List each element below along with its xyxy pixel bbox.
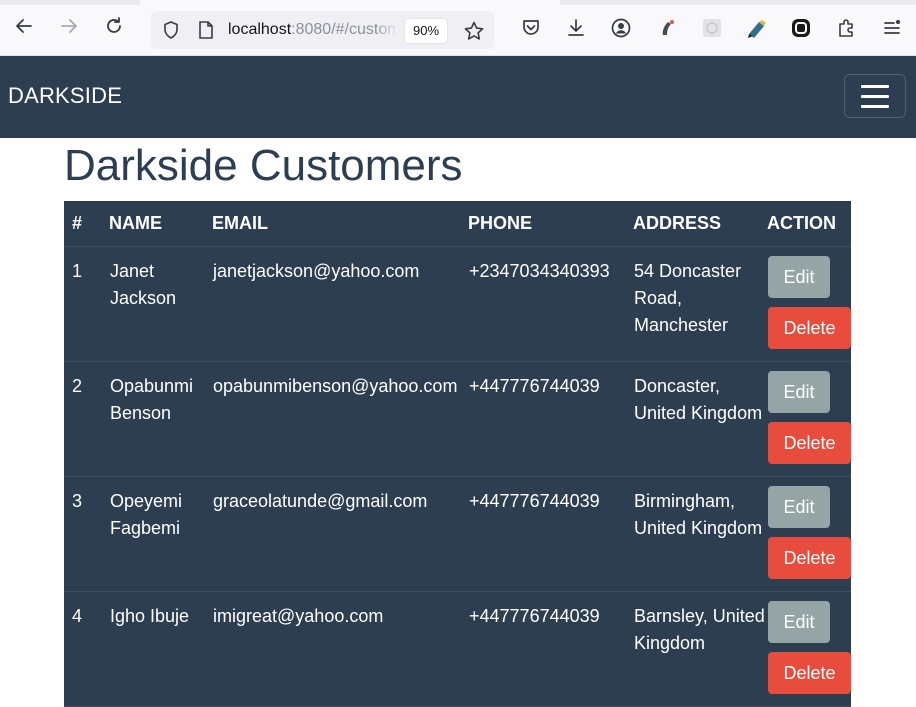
- zoom-badge[interactable]: 90%: [405, 19, 447, 43]
- page-title: Darkside Customers: [64, 141, 463, 190]
- extension-icon[interactable]: [745, 16, 769, 40]
- account-icon[interactable]: [609, 16, 633, 40]
- customers-table-container: # NAME EMAIL PHONE ADDRESS ACTION 1 Jane…: [64, 201, 851, 707]
- cell-address: Birmingham, United Kingdom: [633, 476, 767, 592]
- cell-phone: +447776744039: [468, 361, 633, 477]
- table-header-row: # NAME EMAIL PHONE ADDRESS ACTION: [64, 201, 851, 247]
- url-text[interactable]: localhost:8080/#/customers: [228, 21, 396, 39]
- edit-button[interactable]: Edit: [768, 256, 830, 298]
- back-arrow-icon[interactable]: [10, 12, 38, 40]
- cell-address: Barnsley, United Kingdom: [633, 591, 767, 707]
- cell-name: Opabunmi Benson: [109, 361, 212, 477]
- cell-email: graceolatunde@gmail.com: [212, 476, 468, 592]
- browser-toolbar: localhost:8080/#/customers 90%: [0, 0, 916, 56]
- navbar-toggler-button[interactable]: [844, 74, 906, 118]
- url-host: localhost: [228, 21, 292, 38]
- tab-strip: [0, 0, 916, 5]
- header-address: ADDRESS: [633, 201, 767, 247]
- header-action: ACTION: [767, 201, 851, 247]
- edit-button[interactable]: Edit: [768, 601, 830, 643]
- edit-button[interactable]: Edit: [768, 486, 830, 528]
- table-row: 2 Opabunmi Benson opabunmibenson@yahoo.c…: [64, 361, 851, 477]
- download-icon[interactable]: [564, 16, 588, 40]
- cell-actions: Edit Delete: [767, 476, 851, 592]
- cell-address: 54 Doncaster Road, Manchester: [633, 246, 767, 362]
- cell-phone: +447776744039: [468, 591, 633, 707]
- cell-actions: Edit Delete: [767, 361, 851, 477]
- cell-number: 1: [64, 246, 109, 362]
- customers-table: # NAME EMAIL PHONE ADDRESS ACTION 1 Jane…: [64, 201, 851, 707]
- brand-link[interactable]: DARKSIDE: [8, 83, 122, 109]
- app-navbar: DARKSIDE: [0, 56, 916, 138]
- hamburger-line: [861, 104, 889, 108]
- forward-arrow-icon[interactable]: [55, 12, 83, 40]
- url-fade: [376, 15, 398, 45]
- cell-actions: Edit Delete: [767, 591, 851, 707]
- url-bar[interactable]: localhost:8080/#/customers 90%: [151, 11, 494, 49]
- cell-email: opabunmibenson@yahoo.com: [212, 361, 468, 477]
- delete-button[interactable]: Delete: [768, 537, 851, 579]
- cell-name: Igho Ibuje: [109, 591, 212, 707]
- delete-button[interactable]: Delete: [768, 422, 851, 464]
- edit-button[interactable]: Edit: [768, 371, 830, 413]
- hamburger-line: [861, 94, 889, 98]
- table-row: 3 Opeyemi Fagbemi graceolatunde@gmail.co…: [64, 476, 851, 592]
- shield-icon[interactable]: [161, 20, 181, 45]
- header-number: #: [64, 201, 109, 247]
- cell-number: 3: [64, 476, 109, 592]
- cell-email: imigreat@yahoo.com: [212, 591, 468, 707]
- cell-number: 4: [64, 591, 109, 707]
- puzzle-icon[interactable]: [835, 16, 859, 40]
- table-row: 4 Igho Ibuje imigreat@yahoo.com +4477767…: [64, 591, 851, 707]
- cell-email: janetjackson@yahoo.com: [212, 246, 468, 362]
- delete-button[interactable]: Delete: [768, 307, 851, 349]
- extension-icon[interactable]: [655, 16, 679, 40]
- active-tab[interactable]: [140, 0, 560, 5]
- header-phone: PHONE: [468, 201, 633, 247]
- cell-address: Doncaster, United Kingdom: [633, 361, 767, 477]
- cell-phone: +2347034340393: [468, 246, 633, 362]
- extension-icon[interactable]: [789, 16, 813, 40]
- cell-number: 2: [64, 361, 109, 477]
- cell-name: Janet Jackson: [109, 246, 212, 362]
- pocket-icon[interactable]: [519, 16, 543, 40]
- cell-phone: +447776744039: [468, 476, 633, 592]
- star-icon[interactable]: [463, 20, 485, 47]
- extension-icon[interactable]: [700, 16, 724, 40]
- reload-icon[interactable]: [100, 12, 128, 40]
- table-row: 1 Janet Jackson janetjackson@yahoo.com +…: [64, 246, 851, 362]
- page-icon[interactable]: [197, 20, 215, 45]
- cell-name: Opeyemi Fagbemi: [109, 476, 212, 592]
- delete-button[interactable]: Delete: [768, 652, 851, 694]
- header-name: NAME: [109, 201, 212, 247]
- hamburger-line: [861, 84, 889, 88]
- menu-icon[interactable]: [880, 16, 904, 40]
- cell-actions: Edit Delete: [767, 246, 851, 362]
- header-email: EMAIL: [212, 201, 468, 247]
